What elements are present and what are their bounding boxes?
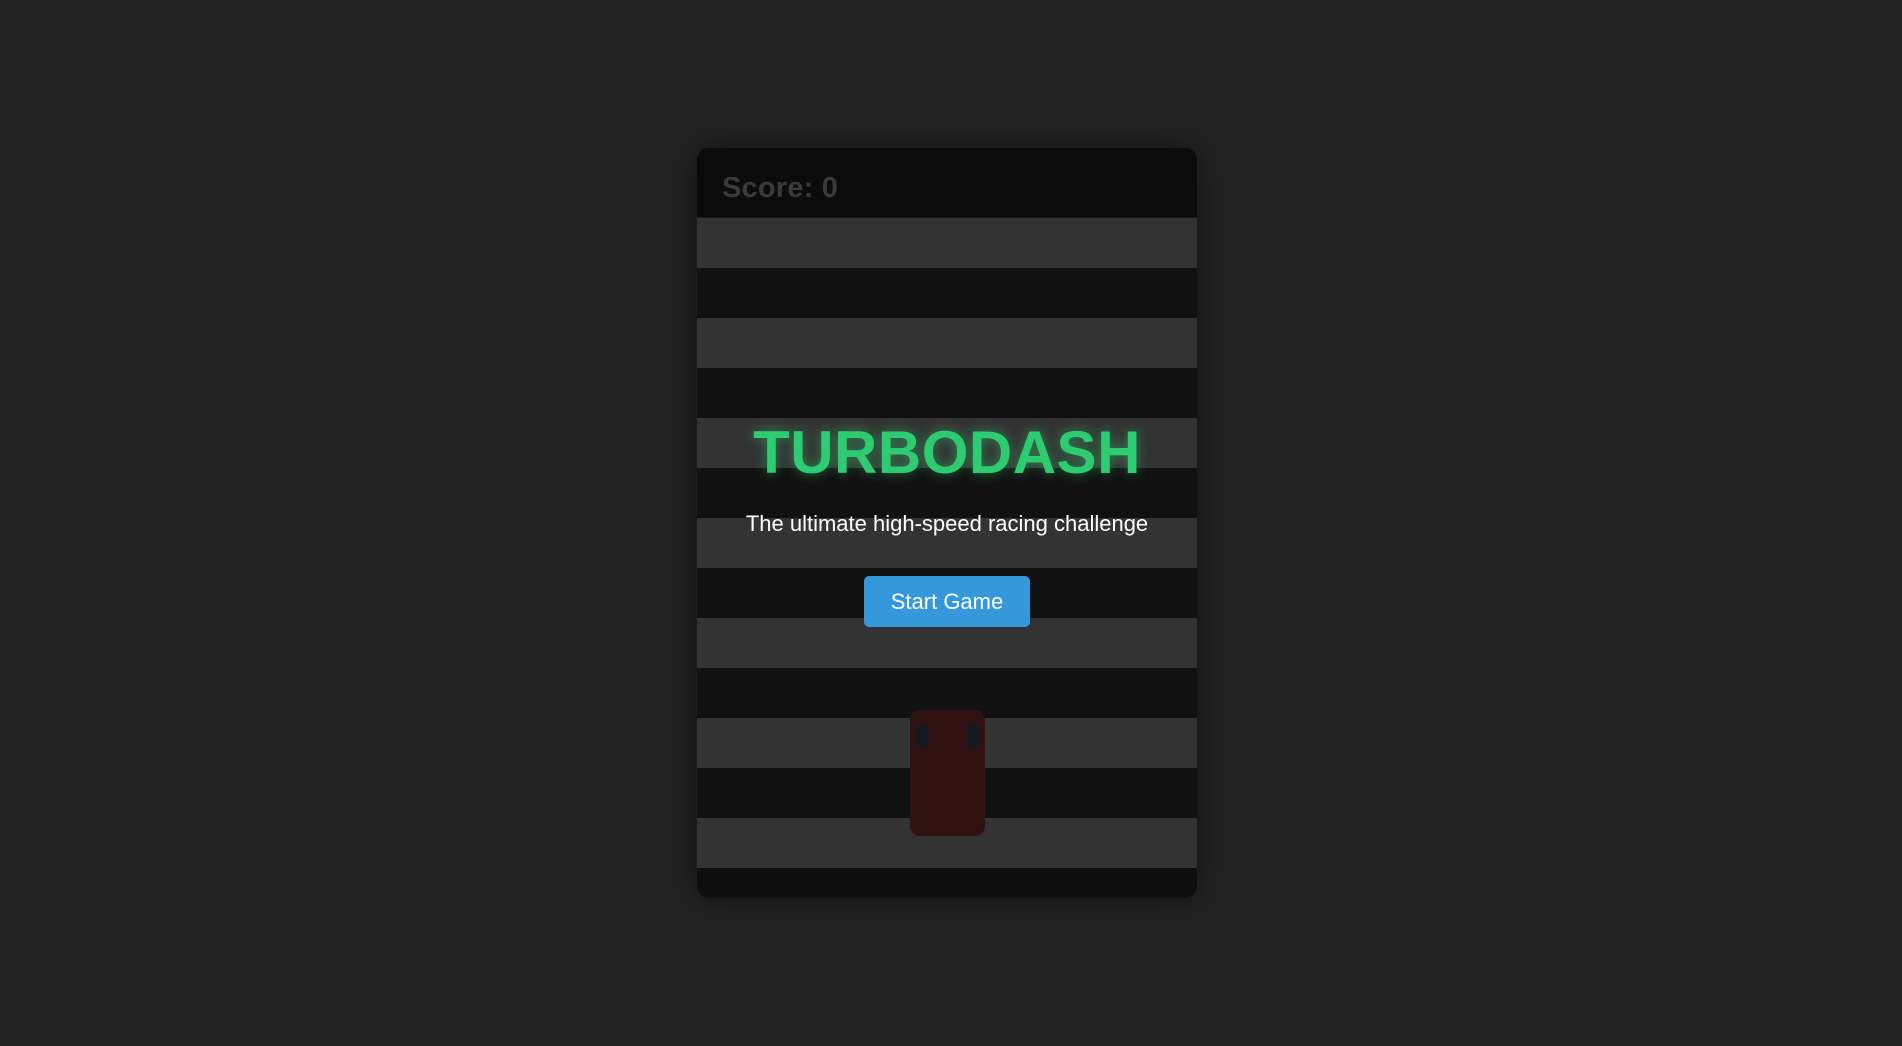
game-subtitle: The ultimate high-speed racing challenge [745,511,1149,536]
game-title: TURBODASH [753,419,1141,486]
game-container: Score: 0 TURBODASH The ultimate high-spe… [697,148,1197,898]
start-game-button[interactable]: Start Game [864,576,1030,627]
start-screen-overlay: TURBODASH The ultimate high-speed racing… [697,148,1197,898]
